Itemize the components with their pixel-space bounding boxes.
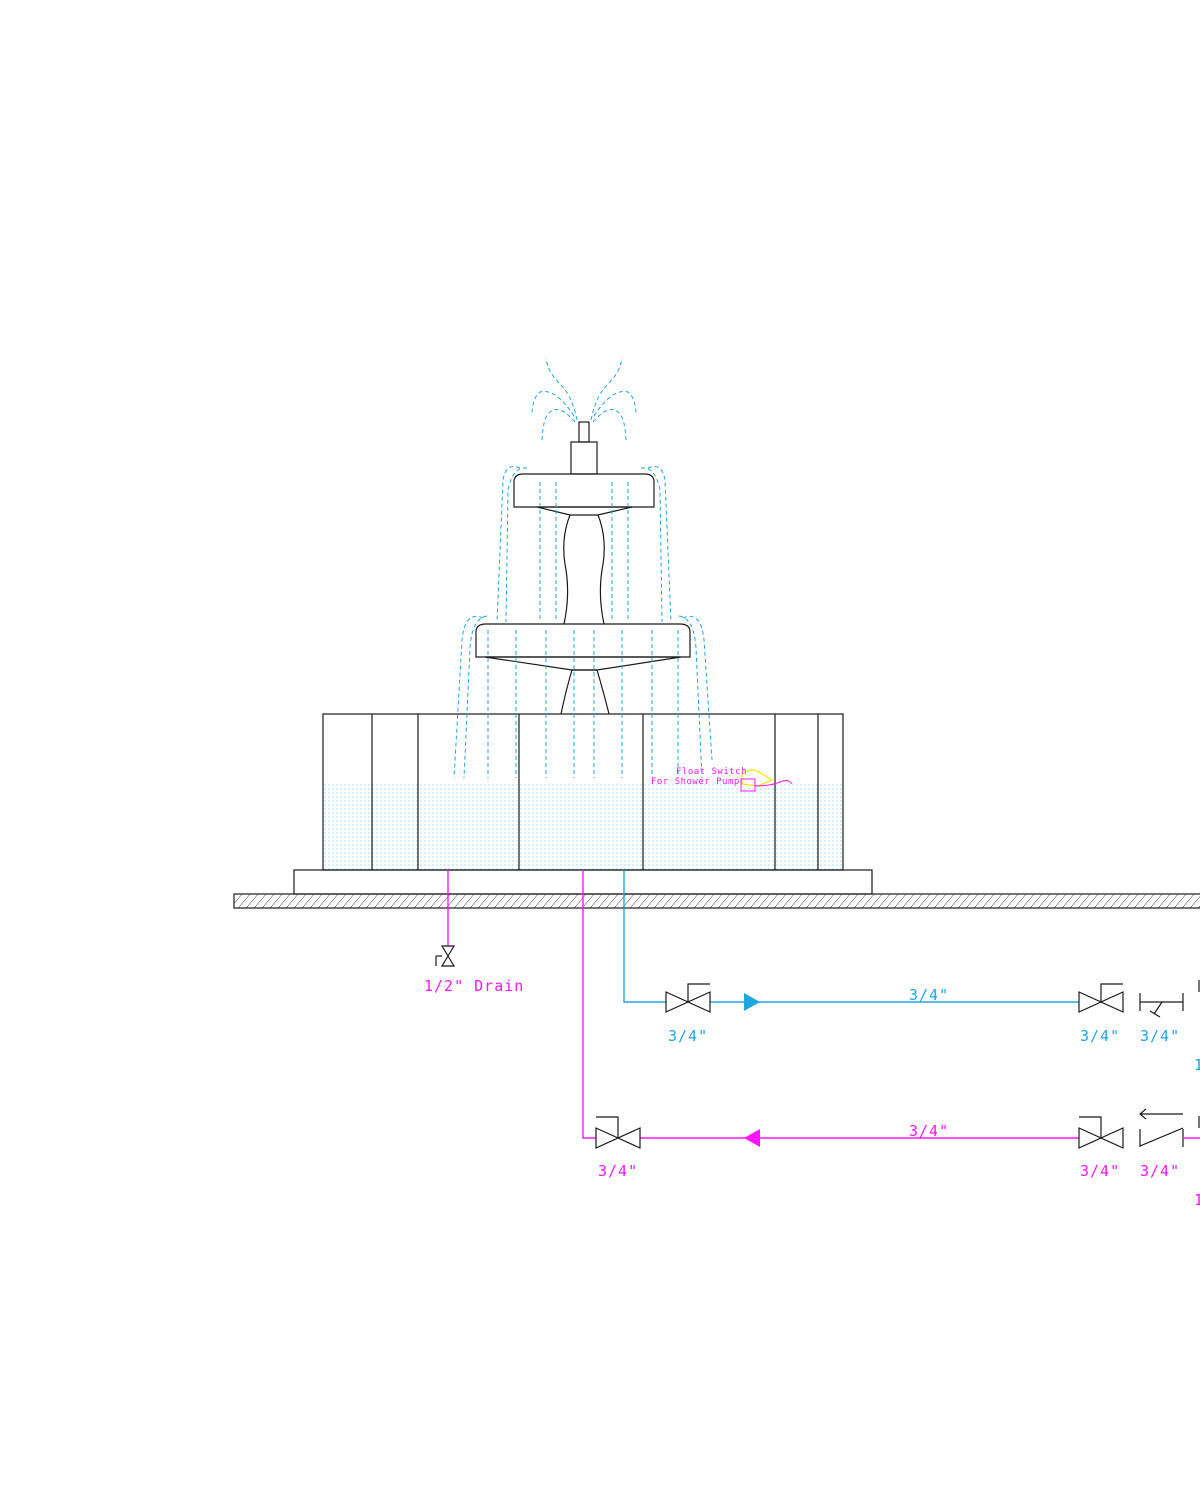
lower-tier-bowl <box>475 623 691 715</box>
upper-tier-bowl <box>513 473 655 516</box>
return-run-size: 3/4" <box>909 1122 949 1140</box>
fountain-nozzle <box>570 421 598 475</box>
float-switch-label-line1: Float Switch <box>676 767 747 777</box>
check-valve-icon <box>1139 1108 1200 1147</box>
fountain-basin <box>293 713 873 895</box>
return-valve-1-size: 3/4" <box>598 1162 638 1180</box>
supply-run-size: 3/4" <box>909 986 949 1004</box>
return-pipe <box>582 870 1079 1139</box>
upper-column <box>563 514 605 625</box>
drain-label: 1/2" Drain <box>424 977 524 995</box>
gate-valve-icon <box>665 983 711 1013</box>
fountain-plumbing-drawing: Float Switch For Shower Pump 1/2" Drain … <box>233 357 1200 1209</box>
float-switch-label-line2: For Shower Pump <box>651 777 740 787</box>
gate-valve-icon <box>1078 1116 1124 1149</box>
return-valve-3-size: 3/4" <box>1140 1162 1180 1180</box>
return-edge-mark: 1 <box>1194 1191 1200 1209</box>
return-valve-2-size: 3/4" <box>1080 1162 1120 1180</box>
gate-valve-icon <box>1078 983 1124 1013</box>
y-strainer-icon <box>1139 980 1200 1018</box>
supply-valve-1-size: 3/4" <box>668 1027 708 1045</box>
water-spray <box>453 357 713 779</box>
supply-edge-mark: 1 <box>1194 1056 1200 1074</box>
flow-arrow-icon <box>744 1129 760 1147</box>
ground-slab <box>233 893 1200 909</box>
gate-valve-icon <box>435 945 456 967</box>
gate-valve-icon <box>595 1116 641 1149</box>
supply-valve-2-size: 3/4" <box>1080 1027 1120 1045</box>
supply-pipe <box>623 870 1079 1003</box>
flow-arrow-icon <box>744 993 760 1011</box>
supply-valve-3-size: 3/4" <box>1140 1027 1180 1045</box>
